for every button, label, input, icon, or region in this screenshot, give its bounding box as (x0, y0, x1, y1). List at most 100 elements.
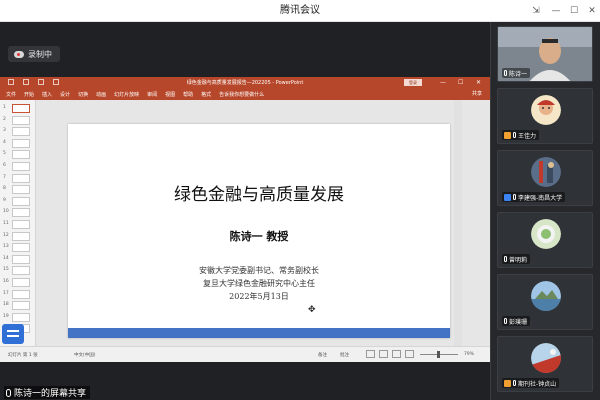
host-badge-icon (504, 131, 511, 139)
ppt-minimize-icon[interactable]: — (440, 77, 446, 89)
slide-thumbnail[interactable] (12, 243, 30, 253)
participant-name: 期刊社-钟贞山 (518, 380, 557, 388)
slide-thumbnail[interactable] (12, 231, 30, 241)
thumbnail-number: 3 (3, 128, 6, 134)
slide-thumbnails[interactable]: 1234567891011121314151617181920 (0, 100, 36, 346)
slide-thumbnail[interactable] (12, 312, 30, 322)
login-button[interactable]: 登录 (404, 79, 422, 86)
slide-affiliation-2: 复旦大学绿色金融研究中心主任 (203, 279, 315, 288)
ppt-editor: 1234567891011121314151617181920 绿色金融与高质量… (0, 100, 490, 346)
thumbnail-number: 9 (3, 197, 6, 203)
slide-affiliation-1: 安徽大学党委副书记、常务副校长 (199, 266, 319, 275)
notes-button[interactable]: 备注 (318, 352, 327, 358)
participant-tile[interactable]: 彭璞珊 (497, 274, 593, 330)
avatar (531, 157, 561, 187)
share-button[interactable]: 共享 (472, 89, 482, 100)
participant-tile[interactable]: 期刊社-钟贞山 (497, 336, 593, 392)
thumbnail-number: 2 (3, 116, 6, 122)
ribbon-tab[interactable]: 设计 (60, 91, 70, 98)
thumbnail-number: 15 (3, 267, 9, 273)
thumbnail-number: 7 (3, 174, 6, 180)
participant-tile[interactable]: 李建强-南昌大学 (497, 150, 593, 206)
ribbon-tab[interactable]: 幻灯片放映 (114, 91, 139, 98)
share-label-text: 陈诗一的屏幕共享 (14, 389, 87, 399)
language-status: 中文(中国) (74, 353, 96, 358)
avatar (531, 95, 561, 125)
slide-thumbnail[interactable] (12, 127, 30, 137)
avatar (531, 219, 561, 249)
current-slide[interactable]: 绿色金融与高质量发展 陈诗一 教授 安徽大学党委副书记、常务副校长 复旦大学绿色… (68, 124, 450, 338)
mic-icon (6, 388, 11, 397)
window-title: 腾讯会议 (280, 5, 320, 16)
zoom-slider-handle[interactable] (437, 351, 440, 358)
thumbnail-number: 1 (3, 105, 6, 110)
slide-thumbnail[interactable] (12, 266, 30, 276)
tell-me-box[interactable]: 告诉我你想要做什么 (219, 91, 264, 98)
ribbon-tab[interactable]: 文件 (6, 91, 16, 98)
slide-info: 幻灯片 第 1 张 (8, 353, 38, 358)
slide-thumbnail[interactable] (12, 138, 30, 148)
participant-name: 曾明莉 (509, 256, 528, 264)
thumbnail-number: 10 (3, 209, 9, 215)
reading-view-icon[interactable] (392, 350, 401, 358)
ppt-maximize-icon[interactable]: ☐ (458, 77, 463, 89)
pin-icon[interactable]: ⇲ (526, 0, 546, 22)
slide-thumbnail[interactable] (12, 220, 30, 229)
slide-thumbnail[interactable] (12, 254, 30, 264)
thumbnail-number: 17 (3, 290, 9, 296)
vertical-scrollbar[interactable] (454, 100, 462, 346)
recording-label: 录制中 (28, 49, 52, 59)
host-badge-icon (504, 379, 511, 387)
ribbon-tab[interactable]: 插入 (42, 91, 52, 98)
ppt-statusbar: 幻灯片 第 1 张 中文(中国) 备注 批注 79% (0, 346, 490, 362)
slide-thumbnail[interactable] (12, 162, 30, 171)
slide-title: 绿色金融与高质量发展 (174, 185, 344, 205)
thumbnail-number: 16 (3, 279, 9, 284)
slide-thumbnail[interactable] (12, 196, 30, 206)
ribbon-tab[interactable]: 视图 (165, 91, 175, 98)
ribbon-tab[interactable]: 审阅 (147, 91, 157, 98)
ribbon-tab[interactable]: 帮助 (183, 91, 193, 98)
participant-name: 彭璞珊 (509, 318, 528, 326)
participant-tile[interactable]: 王佳力 (497, 88, 593, 144)
slide-thumbnail[interactable] (12, 185, 30, 195)
thumbnail-number: 12 (3, 232, 9, 238)
slide-thumbnail[interactable] (12, 115, 30, 125)
ribbon-tab[interactable]: 格式 (201, 91, 211, 98)
ppt-close-icon[interactable]: ✕ (476, 77, 481, 89)
slide-thumbnail[interactable] (12, 208, 30, 218)
participant-name: 王佳力 (518, 132, 537, 140)
mic-icon (513, 194, 516, 200)
slideshow-view-icon[interactable] (405, 350, 414, 358)
slide-thumbnail[interactable] (12, 150, 30, 160)
participant-tile[interactable]: 曾明莉 (497, 212, 593, 268)
maximize-icon[interactable]: ☐ (564, 0, 584, 22)
slide-thumbnail[interactable] (12, 289, 30, 299)
slide-thumbnail[interactable] (12, 104, 30, 113)
slide-thumbnail[interactable] (12, 278, 30, 287)
thumbnail-number: 6 (3, 163, 6, 168)
participant-tile[interactable]: 陈诗一 (497, 26, 593, 82)
recording-indicator[interactable]: 录制中 (8, 46, 60, 62)
mic-icon (504, 70, 507, 76)
zoom-level[interactable]: 79% (464, 352, 474, 357)
cloud-record-icon (14, 50, 24, 58)
close-icon[interactable]: ✕ (582, 0, 600, 22)
sorter-view-icon[interactable] (379, 350, 388, 358)
participant-name: 陈诗一 (509, 70, 528, 78)
normal-view-icon[interactable] (366, 350, 375, 358)
mic-icon (513, 380, 516, 386)
slide-thumbnail[interactable] (12, 173, 30, 183)
ppt-titlebar: 绿色金融与高质量发展报告—202205 - PowerPoint 登录 — ☐ … (0, 77, 490, 89)
participant-name-tag: 期刊社-钟贞山 (502, 378, 560, 388)
ribbon-tab[interactable]: 开始 (24, 91, 34, 98)
participant-name: 李建强-南昌大学 (518, 194, 563, 202)
slide-date: 2022年5月13日 (229, 292, 289, 301)
toolbar-toggle-icon[interactable] (2, 324, 24, 344)
comments-button[interactable]: 批注 (340, 352, 349, 358)
slide-thumbnail[interactable] (12, 301, 30, 311)
ribbon-tab[interactable]: 动画 (96, 91, 106, 98)
minimize-icon[interactable]: — (546, 0, 566, 22)
thumbnail-number: 13 (3, 244, 9, 250)
ribbon-tab[interactable]: 切换 (78, 91, 88, 98)
